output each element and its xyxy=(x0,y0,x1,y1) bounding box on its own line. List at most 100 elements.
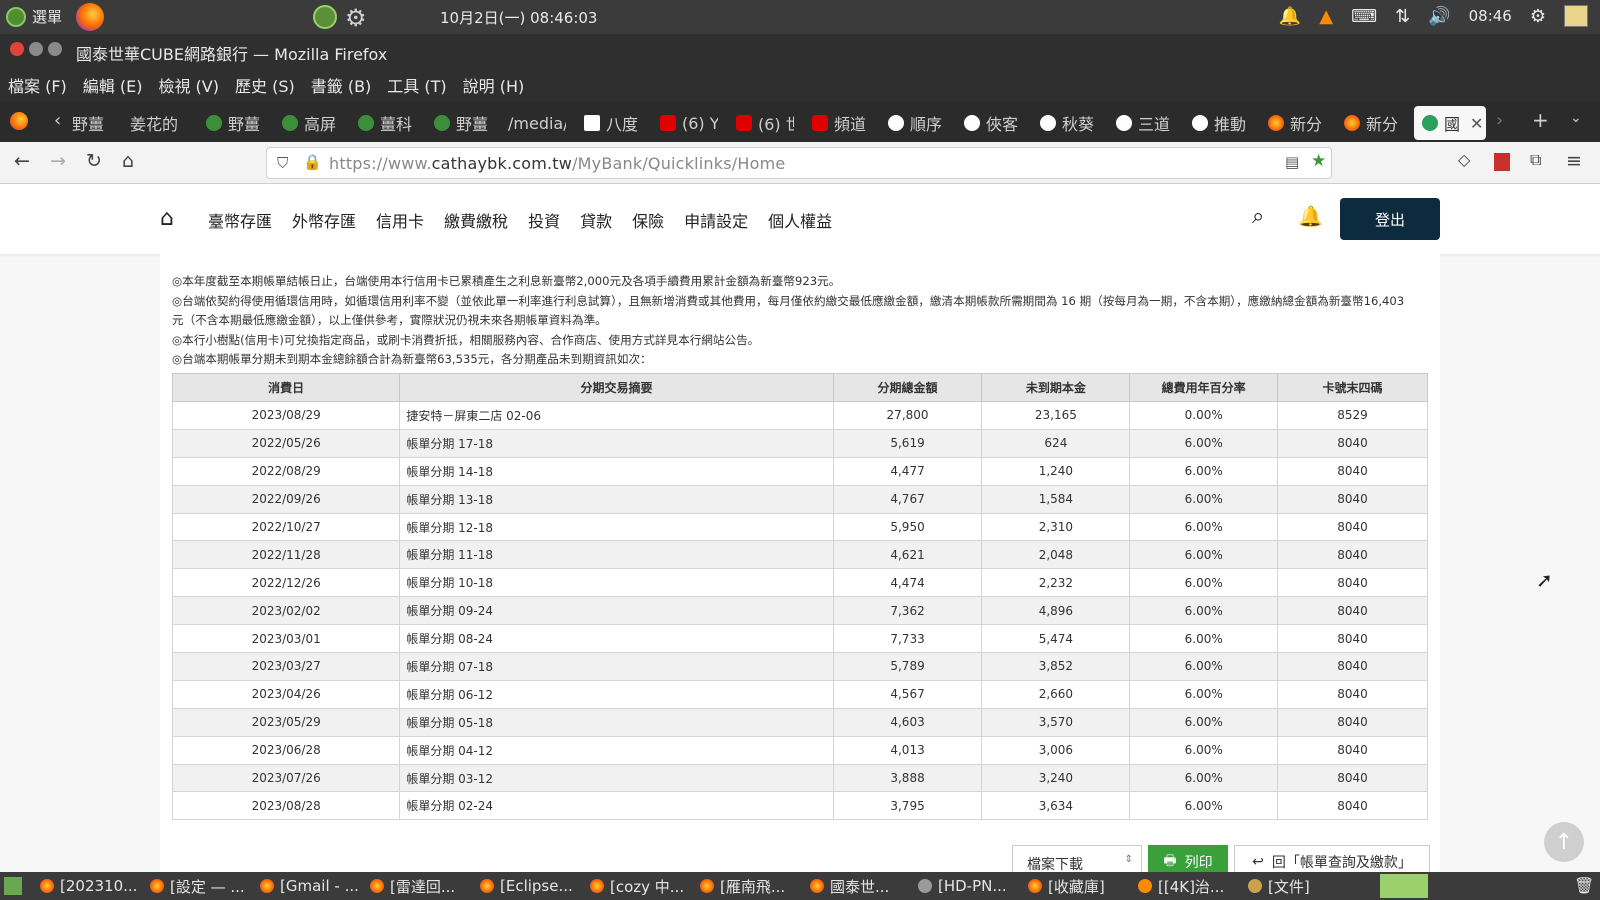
pdf-extension-icon[interactable] xyxy=(1494,153,1510,171)
site-nav-invest[interactable]: 投資 xyxy=(528,208,560,232)
tab-5[interactable]: 野薑 xyxy=(434,108,492,138)
reload-icon[interactable]: ↻ xyxy=(86,150,102,172)
app-menu-icon[interactable]: ≡ xyxy=(1566,150,1582,172)
vlc-tray-icon[interactable]: ▲ xyxy=(1319,6,1333,27)
notes-app-icon[interactable] xyxy=(1564,5,1588,27)
tab-16[interactable]: 新分 xyxy=(1268,108,1326,138)
network-icon[interactable]: ⇅ xyxy=(1395,6,1410,27)
cell-date: 2023/07/26 xyxy=(171,763,401,793)
tab-15[interactable]: 推動 xyxy=(1192,108,1250,138)
tab-12[interactable]: 俠客 xyxy=(964,108,1022,138)
home-icon[interactable]: ⌂ xyxy=(122,150,134,172)
firefox-launcher-icon[interactable] xyxy=(76,3,104,31)
minimize-window-icon[interactable] xyxy=(29,42,43,56)
tab-6[interactable]: /media/ xyxy=(508,108,566,138)
menu-tools[interactable]: 工具 (T) xyxy=(387,73,446,97)
site-notification-bell-icon[interactable]: 🔔 xyxy=(1298,204,1323,228)
folder-icon xyxy=(1248,879,1262,893)
tab-14[interactable]: 三道 xyxy=(1116,108,1174,138)
cell-principal: 1,240 xyxy=(981,456,1131,486)
menu-view[interactable]: 檢視 (V) xyxy=(158,73,219,97)
close-tab-icon[interactable]: ✕ xyxy=(1470,114,1483,133)
table-row: 2022/05/26 帳單分期 17-18 5,619 624 6.00% 8040 xyxy=(171,428,1428,458)
tab-active-cathay[interactable]: 國 ✕ xyxy=(1414,106,1486,140)
extensions-icon[interactable]: ⧉ xyxy=(1530,150,1541,170)
tab-2[interactable]: 野薑 xyxy=(206,108,264,138)
site-nav-settings[interactable]: 申請設定 xyxy=(684,208,748,232)
menu-edit[interactable]: 編輯 (E) xyxy=(83,73,143,97)
software-launcher-icon[interactable] xyxy=(313,5,337,29)
menu-bookmarks[interactable]: 書籤 (B) xyxy=(311,73,372,97)
site-search-icon[interactable]: ⌕ xyxy=(1252,204,1264,229)
tab-8[interactable]: (6) Y xyxy=(660,108,718,138)
url-bar[interactable]: ⛉ 🔒 https://www.cathaybk.com.tw/MyBank/Q… xyxy=(266,147,1332,179)
site-nav-foreign[interactable]: 外幣存匯 xyxy=(292,208,356,232)
new-tab-icon[interactable]: + xyxy=(1532,108,1549,132)
taskbar-item[interactable]: [收藏庫] xyxy=(1028,874,1132,898)
tab-3[interactable]: 高屏 xyxy=(282,108,340,138)
taskbar-item[interactable]: [[4K]治... xyxy=(1138,874,1242,898)
volume-icon[interactable]: 🔊 xyxy=(1428,6,1450,27)
site-nav-insurance[interactable]: 保險 xyxy=(632,208,664,232)
notification-bell-icon[interactable]: 🔔 xyxy=(1279,6,1301,27)
tab-4[interactable]: 薑科 xyxy=(358,108,416,138)
trash-icon[interactable]: 🗑 xyxy=(1574,876,1594,895)
tab-9[interactable]: (6) 世 xyxy=(736,108,794,138)
taskbar-item[interactable]: [cozy 中... xyxy=(590,874,694,898)
keyboard-icon[interactable]: ⌨ xyxy=(1351,6,1377,27)
taskbar-item[interactable]: [雁南飛... xyxy=(700,874,804,898)
taskbar-item[interactable]: [雷達回... xyxy=(370,874,474,898)
menu-file[interactable]: 檔案 (F) xyxy=(8,73,67,97)
workspace-switcher[interactable] xyxy=(1380,874,1428,898)
site-nav-payments[interactable]: 繳費繳稅 xyxy=(444,208,508,232)
site-home-icon[interactable]: ⌂ xyxy=(160,206,174,231)
tray-time[interactable]: 08:46 xyxy=(1469,7,1512,25)
taskbar-item[interactable]: [202310... xyxy=(40,874,144,898)
menu-help[interactable]: 說明 (H) xyxy=(463,73,525,97)
system-menu-button[interactable]: 選單 xyxy=(6,6,62,27)
system-clock[interactable]: 10月2日(一) 08:46:03 xyxy=(440,7,597,28)
cell-date: 2022/10/27 xyxy=(171,512,401,542)
scroll-to-top-button[interactable]: ↑ xyxy=(1544,822,1584,862)
window-titlebar[interactable]: 國泰世華CUBE網路銀行 — Mozilla Firefox xyxy=(0,34,1600,68)
list-tabs-icon[interactable]: ⌄ xyxy=(1570,110,1582,126)
cell-summary: 帳單分期 04-12 xyxy=(399,735,834,765)
system-settings-icon[interactable]: ⚙ xyxy=(1530,6,1546,27)
taskbar-item[interactable]: 國泰世... xyxy=(810,874,914,898)
taskbar-item[interactable]: [設定 — ... xyxy=(150,874,254,898)
tab-1[interactable]: 姜花的 xyxy=(130,108,186,138)
back-icon[interactable]: ← xyxy=(14,150,30,172)
tab-0[interactable]: 野薑 xyxy=(72,108,114,138)
site-nav-loan[interactable]: 貸款 xyxy=(580,208,612,232)
taskbar-item[interactable]: [Gmail - ... xyxy=(260,874,364,898)
forward-icon[interactable]: → xyxy=(50,150,66,172)
taskbar-item[interactable]: [文件] xyxy=(1248,874,1352,898)
maximize-window-icon[interactable] xyxy=(48,42,62,56)
shield-icon[interactable]: ⛉ xyxy=(277,154,288,172)
taskbar-item[interactable]: [HD-PN... xyxy=(918,874,1022,898)
tab-scroll-right-icon[interactable]: › xyxy=(1496,110,1503,131)
site-nav-twd[interactable]: 臺幣存匯 xyxy=(208,208,272,232)
reader-view-icon[interactable]: ▤ xyxy=(1285,153,1299,171)
firefox-view-icon[interactable] xyxy=(10,112,28,130)
table-row: 2022/08/29 帳單分期 14-18 4,477 1,240 6.00% 8040 xyxy=(171,456,1428,486)
tab-7[interactable]: 八度 xyxy=(584,108,642,138)
logout-button[interactable]: 登出 xyxy=(1340,198,1440,240)
site-nav-rights[interactable]: 個人權益 xyxy=(768,208,832,232)
menu-history[interactable]: 歷史 (S) xyxy=(235,73,295,97)
tab-10[interactable]: 頻道 xyxy=(812,108,870,138)
show-desktop-icon[interactable] xyxy=(4,877,22,895)
taskbar-item[interactable]: [Eclipse... xyxy=(480,874,584,898)
tab-13[interactable]: 秋葵 xyxy=(1040,108,1098,138)
close-window-icon[interactable] xyxy=(10,42,24,56)
lock-icon[interactable]: 🔒 xyxy=(303,153,322,171)
tab-17[interactable]: 新分 xyxy=(1344,108,1402,138)
tab-11[interactable]: 順序 xyxy=(888,108,946,138)
bookmark-star-icon[interactable]: ★ xyxy=(1311,151,1326,171)
settings-gears-icon[interactable]: ⚙ xyxy=(345,4,367,32)
site-nav-credit-card[interactable]: 信用卡 xyxy=(376,208,424,232)
taskbar: [202310... [設定 — ... [Gmail - ... [雷達回... [E… xyxy=(0,872,1600,900)
url-text[interactable]: https://www.cathaybk.com.tw/MyBank/Quick… xyxy=(329,154,785,173)
tab-scroll-left-icon[interactable]: ‹ xyxy=(54,110,61,131)
pocket-icon[interactable]: ◇ xyxy=(1458,150,1470,169)
